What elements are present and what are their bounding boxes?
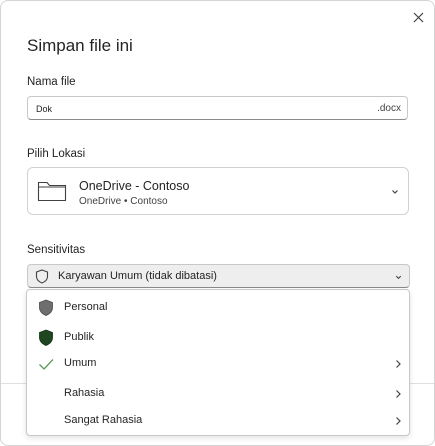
checkmark-icon bbox=[39, 359, 54, 370]
menu-item-rahasia[interactable]: Rahasia bbox=[27, 381, 409, 407]
save-dialog: Simpan file ini Nama file .docx Pilih Lo… bbox=[0, 0, 435, 446]
folder-icon bbox=[37, 181, 67, 202]
shield-gray-icon bbox=[39, 299, 53, 316]
location-picker[interactable]: OneDrive - Contoso OneDrive • Contoso bbox=[27, 167, 409, 215]
menu-item-label: Sangat Rahasia bbox=[64, 414, 143, 426]
menu-item-label: Publik bbox=[64, 331, 94, 343]
location-primary: OneDrive - Contoso bbox=[79, 179, 190, 193]
close-icon bbox=[413, 12, 423, 22]
location-label: Pilih Lokasi bbox=[27, 148, 86, 160]
sensitivity-selected: Karyawan Umum (tidak dibatasi) bbox=[58, 270, 217, 282]
menu-item-publik[interactable]: Publik bbox=[27, 325, 409, 351]
menu-item-sangat-rahasia[interactable]: Sangat Rahasia bbox=[27, 408, 409, 434]
chevron-down-icon bbox=[392, 190, 398, 194]
chevron-down-icon bbox=[395, 275, 402, 280]
sensitivity-dropdown[interactable]: Karyawan Umum (tidak dibatasi) bbox=[27, 264, 410, 288]
shield-outline-icon bbox=[35, 269, 49, 284]
footer-divider bbox=[1, 383, 27, 384]
chevron-right-icon bbox=[396, 360, 401, 368]
menu-item-umum[interactable]: Umum bbox=[27, 351, 409, 377]
sensitivity-menu: Personal Publik Umum Rahasia Sangat Raha bbox=[26, 289, 410, 436]
filename-label: Nama file bbox=[27, 76, 76, 88]
dialog-title: Simpan file ini bbox=[27, 36, 133, 55]
shield-green-icon bbox=[39, 329, 53, 346]
location-secondary: OneDrive • Contoso bbox=[79, 196, 168, 207]
menu-item-label: Rahasia bbox=[64, 387, 105, 399]
menu-item-label: Personal bbox=[64, 301, 108, 313]
filename-input[interactable] bbox=[36, 101, 356, 116]
close-button[interactable] bbox=[409, 8, 427, 26]
menu-item-personal[interactable]: Personal bbox=[27, 295, 409, 321]
menu-item-label: Umum bbox=[64, 357, 97, 369]
file-extension: .docx bbox=[377, 103, 401, 114]
sensitivity-label: Sensitivitas bbox=[27, 244, 86, 256]
chevron-right-icon bbox=[396, 417, 401, 425]
chevron-right-icon bbox=[396, 390, 401, 398]
filename-field[interactable]: .docx bbox=[27, 96, 408, 120]
footer-divider bbox=[410, 383, 434, 384]
